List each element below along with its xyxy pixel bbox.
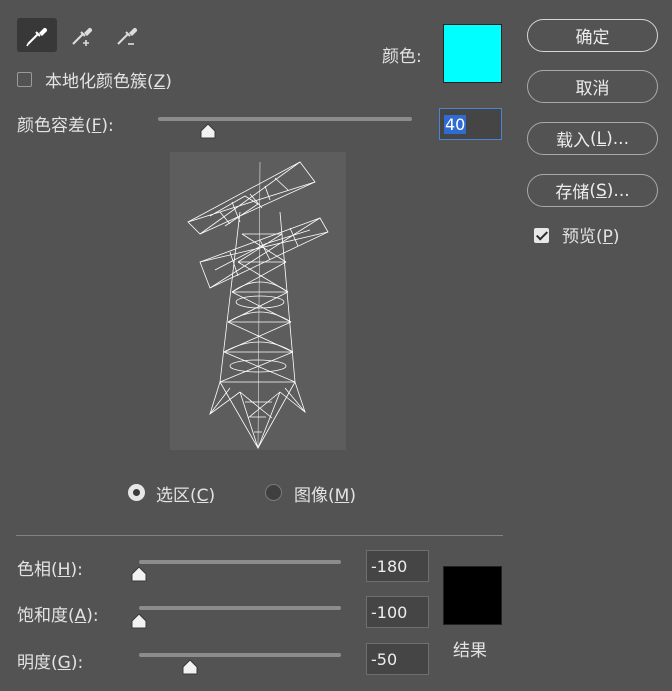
image-radio[interactable] [265, 484, 282, 501]
selection-radio[interactable] [128, 484, 145, 501]
eyedropper-plus-icon [72, 27, 93, 46]
image-radio-label[interactable]: 图像(M) [294, 481, 356, 506]
lightness-slider-track[interactable] [139, 653, 341, 657]
eyedropper-icon [26, 27, 48, 47]
saturation-slider-track[interactable] [139, 606, 341, 610]
localized-color-clusters-label[interactable]: 本地化颜色簇(Z) [45, 67, 172, 92]
saturation-label: 饱和度(A): [17, 606, 99, 626]
load-button[interactable]: 载入(L)... [527, 122, 658, 155]
result-color-swatch[interactable] [443, 566, 502, 625]
lightness-input[interactable]: -50 [366, 643, 429, 675]
cancel-button[interactable]: 取消 [527, 70, 658, 103]
saturation-input[interactable]: -100 [366, 596, 429, 628]
result-label: 结果 [453, 641, 487, 661]
hue-input[interactable]: -180 [366, 550, 429, 582]
eyedropper-subtract-tool[interactable] [107, 18, 147, 52]
sample-color-swatch[interactable] [443, 24, 502, 83]
transmission-tower-image [187, 161, 329, 450]
selection-preview [170, 152, 346, 450]
color-label: 颜色: [382, 47, 422, 67]
ok-button[interactable]: 确定 [527, 19, 658, 52]
eyedropper-minus-icon [117, 27, 138, 45]
eyedropper-add-tool[interactable] [62, 18, 102, 52]
hue-label: 色相(H): [17, 560, 83, 580]
hue-slider-track[interactable] [139, 560, 341, 564]
eyedropper-tool[interactable] [17, 18, 57, 52]
preview-checkbox[interactable] [534, 228, 549, 243]
fuzziness-label: 颜色容差(F): [17, 116, 114, 136]
fuzziness-slider-track[interactable] [158, 117, 412, 121]
localized-color-clusters-checkbox[interactable] [17, 72, 32, 87]
fuzziness-input[interactable]: 40 [439, 108, 502, 140]
save-button[interactable]: 存储(S)... [527, 174, 658, 207]
selection-radio-label[interactable]: 选区(C) [156, 481, 215, 506]
lightness-label: 明度(G): [17, 653, 84, 673]
divider [16, 535, 503, 536]
preview-checkbox-label[interactable]: 预览(P) [562, 222, 620, 247]
